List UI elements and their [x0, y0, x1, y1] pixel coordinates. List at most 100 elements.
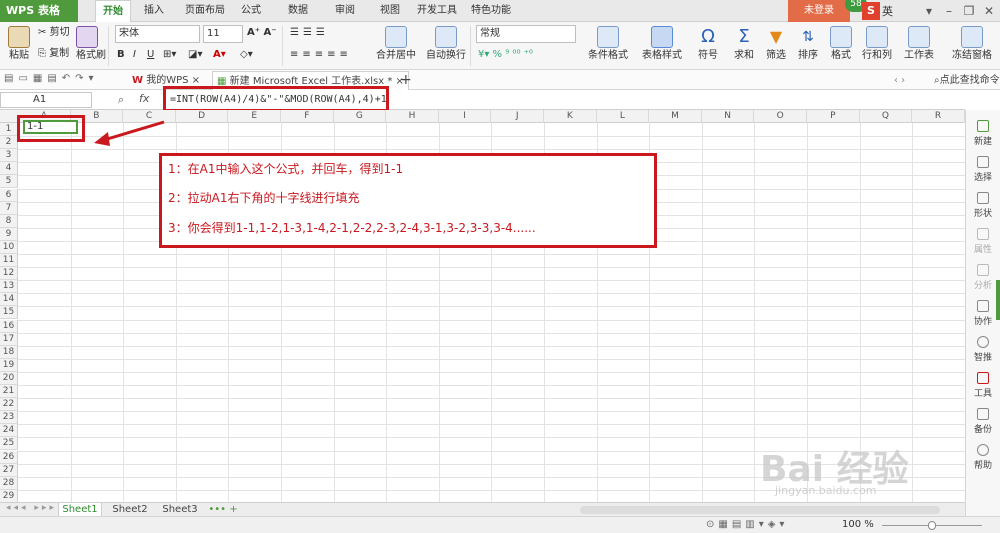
row-header[interactable]: 16 — [0, 319, 18, 333]
row-header[interactable]: 9 — [0, 227, 18, 241]
restore-icon[interactable]: ❐ — [960, 2, 978, 20]
tab-insert[interactable]: 插入 — [139, 0, 169, 22]
row-header[interactable]: 1 — [0, 123, 18, 137]
conditional-format-button[interactable]: 条件格式 — [588, 26, 628, 64]
skin-icon[interactable]: ▾ — [920, 2, 938, 20]
column-header[interactable]: K — [544, 110, 597, 123]
font-color-icon[interactable]: A▾ — [213, 47, 226, 63]
row-header[interactable]: 8 — [0, 214, 18, 228]
row-header[interactable]: 18 — [0, 345, 18, 359]
border-icon[interactable]: ⊞▾ — [163, 47, 176, 63]
freeze-panes-button[interactable]: 冻结窗格 — [946, 26, 998, 64]
row-header[interactable]: 26 — [0, 450, 18, 464]
tab-developer[interactable]: 开发工具 — [414, 0, 460, 22]
panel-new[interactable]: 新建 — [966, 120, 1000, 147]
find-command[interactable]: ⌕点此查找命令 — [930, 71, 1000, 90]
sheet-tab-1[interactable]: Sheet1 — [58, 503, 102, 517]
sogou-ime-icon[interactable]: S — [862, 2, 880, 20]
zoom-slider-thumb[interactable] — [928, 521, 936, 530]
underline-icon[interactable]: U — [147, 47, 154, 63]
row-header[interactable]: 7 — [0, 201, 18, 215]
login-button[interactable]: 未登录 — [788, 0, 850, 22]
quick-access-icons[interactable]: ▤▭▦▤↶↷▾ — [4, 73, 99, 84]
column-header[interactable]: J — [491, 110, 544, 123]
app-menu-button[interactable]: WPS 表格 — [0, 0, 78, 22]
row-header[interactable]: 27 — [0, 463, 18, 477]
row-header[interactable]: 12 — [0, 267, 18, 281]
tab-formulas[interactable]: 公式 — [236, 0, 266, 22]
column-header[interactable]: P — [807, 110, 860, 123]
horizontal-scrollbar[interactable] — [580, 506, 940, 514]
tab-review[interactable]: 审阅 — [330, 0, 360, 22]
panel-properties[interactable]: 属性 — [966, 228, 1000, 255]
column-header[interactable]: E — [228, 110, 281, 123]
row-header[interactable]: 24 — [0, 424, 18, 438]
row-header[interactable]: 10 — [0, 240, 18, 254]
horizontal-align-icons[interactable]: ≡≡≡≡≡ — [290, 47, 352, 63]
row-header[interactable]: 4 — [0, 162, 18, 176]
panel-select[interactable]: 选择 — [966, 156, 1000, 183]
row-header[interactable]: 15 — [0, 306, 18, 320]
new-tab-icon[interactable]: + — [396, 71, 416, 90]
bold-icon[interactable]: B — [117, 47, 125, 63]
row-header[interactable]: 17 — [0, 332, 18, 346]
column-header[interactable]: I — [439, 110, 492, 123]
column-header[interactable]: N — [702, 110, 755, 123]
merge-center-button[interactable]: 合并居中 — [376, 26, 416, 64]
row-header[interactable]: 5 — [0, 175, 18, 189]
column-header[interactable]: D — [176, 110, 229, 123]
filter-button[interactable]: ▼ 筛选 — [766, 26, 786, 64]
format-brush-button[interactable]: 格式刷 — [76, 26, 106, 64]
panel-help[interactable]: 帮助 — [966, 444, 1000, 471]
row-header[interactable]: 25 — [0, 437, 18, 451]
symbol-button[interactable]: Ω 符号 — [698, 26, 718, 64]
row-header[interactable]: 19 — [0, 358, 18, 372]
column-header[interactable]: F — [281, 110, 334, 123]
tab-view[interactable]: 视图 — [375, 0, 405, 22]
italic-icon[interactable]: I — [133, 47, 136, 63]
font-size-select[interactable]: 11 — [203, 25, 243, 43]
close-icon[interactable]: ✕ — [980, 2, 998, 20]
zoom-icon[interactable]: ⌕ — [118, 93, 124, 107]
sheet-tab-3[interactable]: Sheet3 — [158, 503, 202, 517]
name-box[interactable]: A1 — [0, 92, 92, 108]
fill-color-icon[interactable]: ◪▾ — [188, 47, 202, 63]
panel-recommend[interactable]: 智推 — [966, 336, 1000, 363]
row-header[interactable]: 14 — [0, 293, 18, 307]
sheet-nav-icons[interactable]: ◂◂◂ ▸▸▸ — [6, 503, 57, 513]
minimize-icon[interactable]: – — [940, 2, 958, 20]
paste-button[interactable]: 粘贴 — [8, 26, 30, 64]
font-name-select[interactable]: 宋体 — [115, 25, 200, 43]
panel-shape[interactable]: 形状 — [966, 192, 1000, 219]
row-column-button[interactable]: 行和列 — [862, 26, 892, 64]
row-header[interactable]: 22 — [0, 398, 18, 412]
panel-tools[interactable]: 工具 — [966, 372, 1000, 399]
view-mode-icons[interactable]: ⊙▦▤▥▾◈▾ — [706, 519, 788, 530]
row-header[interactable]: 23 — [0, 411, 18, 425]
row-header[interactable]: 28 — [0, 476, 18, 490]
tab-data[interactable]: 数据 — [283, 0, 313, 22]
close-tab-icon[interactable]: × — [192, 75, 200, 86]
row-header[interactable]: 21 — [0, 385, 18, 399]
table-style-button[interactable]: 表格样式 — [642, 26, 682, 64]
sheet-tab-2[interactable]: Sheet2 — [108, 503, 152, 517]
sort-button[interactable]: ⇅ 排序 — [798, 26, 818, 64]
row-header[interactable]: 13 — [0, 280, 18, 294]
tab-special[interactable]: 特色功能 — [468, 0, 514, 22]
row-header[interactable]: 3 — [0, 149, 18, 163]
panel-analysis[interactable]: 分析 — [966, 264, 1000, 291]
ime-mode-icon[interactable]: 英 — [882, 3, 893, 19]
tab-page-layout[interactable]: 页面布局 — [180, 0, 230, 22]
sum-button[interactable]: Σ 求和 — [734, 26, 754, 64]
panel-scroll-indicator[interactable] — [996, 280, 1000, 320]
vertical-align-icons[interactable]: ☰☰☰ — [290, 25, 329, 41]
clear-format-icon[interactable]: ◇▾ — [240, 47, 253, 63]
fx-icon[interactable]: fx — [139, 92, 149, 105]
grow-font-icon[interactable]: A⁺ A⁻ — [247, 25, 277, 41]
column-header[interactable]: M — [649, 110, 702, 123]
copy-button[interactable]: ⎘ 复制 — [38, 46, 69, 62]
row-header[interactable]: 20 — [0, 371, 18, 385]
panel-collaborate[interactable]: 协作 — [966, 300, 1000, 327]
tab-list-icon[interactable]: ‹ › — [890, 71, 909, 90]
column-header[interactable]: L — [597, 110, 650, 123]
